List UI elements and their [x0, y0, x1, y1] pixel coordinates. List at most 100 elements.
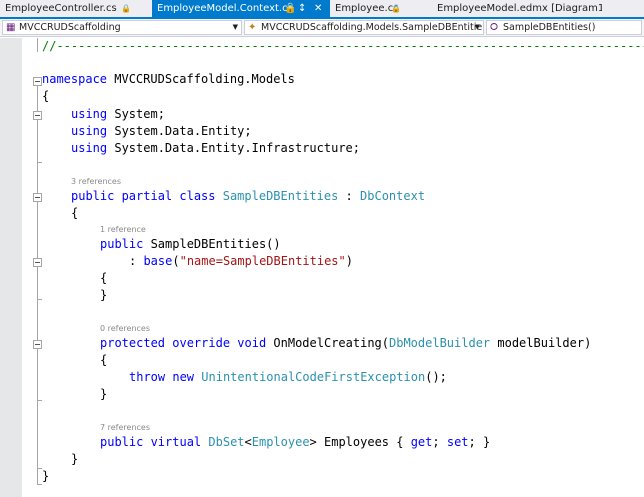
throw-statement: throw new UnintentionalCodeFirstExceptio… — [129, 370, 447, 384]
tab-employee[interactable]: Employee.cs 🔒 — [330, 0, 430, 17]
base-type: DbContext — [360, 189, 426, 203]
exception-type: UnintentionalCodeFirstException — [201, 370, 426, 384]
keyword: public virtual — [100, 435, 202, 449]
using-target: System; — [107, 107, 165, 121]
keyword: throw new — [129, 370, 195, 384]
keyword: public partial class — [71, 189, 216, 203]
tab-employee-model-context[interactable]: EmployeeModel.Context.cs 🔒 ↕ ✕ — [152, 0, 330, 17]
punctuation: ) — [345, 254, 353, 268]
constructor-name: SampleDBEntities() — [143, 237, 281, 251]
codelens-references[interactable]: 0 references — [100, 324, 150, 333]
code-line: } — [100, 288, 107, 302]
collapse-constructor-icon[interactable] — [33, 258, 42, 267]
collapse-usings-icon[interactable] — [33, 111, 42, 120]
using-target: System.Data.Entity; — [107, 124, 252, 138]
punctuation: (); — [425, 370, 447, 384]
code-line: { — [71, 206, 78, 220]
codelens-references[interactable]: 1 reference — [100, 225, 146, 234]
type-name: MVCCRUDScaffolding.Models.SampleDBEntiti… — [261, 22, 483, 33]
codelens-references[interactable]: 7 references — [100, 423, 150, 432]
pin-icon[interactable]: ↕ — [298, 0, 306, 17]
code-editor[interactable]: //--------------------------------------… — [0, 38, 644, 497]
punctuation: ; — [432, 435, 447, 449]
punctuation: > — [309, 435, 317, 449]
chevron-down-icon[interactable]: ▼ — [233, 21, 238, 34]
using-target: System.Data.Entity.Infrastructure; — [107, 141, 360, 155]
code-line: } — [42, 469, 49, 483]
outline-guide — [37, 484, 42, 485]
namespace-name: MVCCRUDScaffolding.Models — [107, 72, 295, 86]
close-icon[interactable]: ✕ — [314, 0, 322, 17]
keyword: protected override void — [100, 336, 267, 350]
punctuation: < — [244, 435, 252, 449]
base-call: : base("name=SampleDBEntities") — [129, 254, 353, 268]
constructor-declaration: public SampleDBEntities() — [100, 237, 281, 251]
generic-type: Employee — [251, 435, 310, 449]
brace: { — [71, 206, 79, 220]
punctuation: ; } — [468, 435, 491, 449]
property-declaration: public virtual DbSet<Employee> Employees… — [100, 435, 490, 449]
keyword: public — [100, 237, 144, 251]
code-line: { — [100, 271, 107, 285]
lock-icon: 🔒 — [284, 3, 297, 14]
outline-guide — [37, 119, 38, 162]
chevron-down-icon[interactable]: ▼ — [475, 21, 480, 34]
member-name: SampleDBEntities() — [503, 22, 596, 33]
tab-label: EmployeeController.cs — [5, 3, 117, 14]
brace: } — [71, 452, 79, 466]
codelens-references[interactable]: 3 references — [71, 177, 121, 186]
punctuation: ( — [172, 254, 180, 268]
namespace-declaration: namespace MVCCRUDScaffolding.Models — [42, 72, 295, 86]
punctuation: : — [338, 189, 361, 203]
type-dropdown[interactable]: ✦ MVCCRUDScaffolding.Models.SampleDBEnti… — [244, 20, 484, 35]
punctuation: : — [129, 254, 144, 268]
outline-guide — [37, 38, 38, 52]
tab-label: EmployeeModel.Context.cs — [157, 3, 293, 14]
brace: { — [42, 89, 50, 103]
tab-employee-controller[interactable]: EmployeeController.cs 🔒 — [0, 0, 150, 17]
string-literal: "name=SampleDBEntities" — [179, 254, 346, 268]
brace: { — [100, 353, 108, 367]
method-icon: ⭘ — [490, 22, 498, 33]
property-name: Employees { — [316, 435, 411, 449]
outline-guide — [37, 348, 38, 400]
using-directive: using System.Data.Entity.Infrastructure; — [71, 141, 360, 155]
collapse-namespace-icon[interactable] — [33, 77, 42, 86]
document-tab-strip: EmployeeController.cs 🔒 EmployeeModel.Co… — [0, 0, 644, 19]
code-line: { — [42, 89, 49, 103]
keyword: namespace — [42, 72, 108, 86]
lock-icon: 🔒 — [121, 4, 131, 13]
outline-guide — [37, 266, 38, 299]
csharp-project-icon: ▦ — [6, 22, 16, 33]
code-line: } — [100, 387, 107, 401]
keyword: base — [143, 254, 173, 268]
parameter-name: modelBuilder) — [490, 336, 592, 350]
code-line: { — [100, 353, 107, 367]
using-directive: using System.Data.Entity; — [71, 124, 252, 138]
project-dropdown[interactable]: ▦ MVCCRUDScaffolding ▼ — [2, 20, 242, 35]
header-comment: //--------------------------------------… — [42, 39, 644, 53]
parameter-type: DbModelBuilder — [389, 336, 491, 350]
brace: } — [100, 387, 108, 401]
collapse-class-icon[interactable] — [33, 193, 42, 202]
class-name: SampleDBEntities — [222, 189, 339, 203]
collapse-method-icon[interactable] — [33, 340, 42, 349]
outline-guide — [37, 299, 42, 300]
outline-guide — [37, 201, 38, 468]
tab-employee-model-edmx[interactable]: EmployeeModel.edmx [Diagram1] — [432, 0, 602, 17]
keyword: set — [446, 435, 469, 449]
property-type: DbSet — [208, 435, 245, 449]
class-declaration: public partial class SampleDBEntities : … — [71, 189, 425, 203]
code-line: } — [71, 452, 78, 466]
keyword: using — [71, 141, 108, 155]
outline-guide — [37, 400, 42, 401]
keyword: get — [410, 435, 433, 449]
keyword: using — [71, 107, 108, 121]
tab-label: EmployeeModel.edmx [Diagram1] — [437, 3, 602, 14]
tab-label: Employee.cs — [335, 3, 399, 14]
lock-icon: 🔒 — [391, 4, 401, 13]
brace: } — [100, 288, 108, 302]
member-dropdown[interactable]: ⭘ SampleDBEntities() — [486, 20, 642, 35]
project-name: MVCCRUDScaffolding — [19, 22, 121, 33]
keyword: using — [71, 124, 108, 138]
